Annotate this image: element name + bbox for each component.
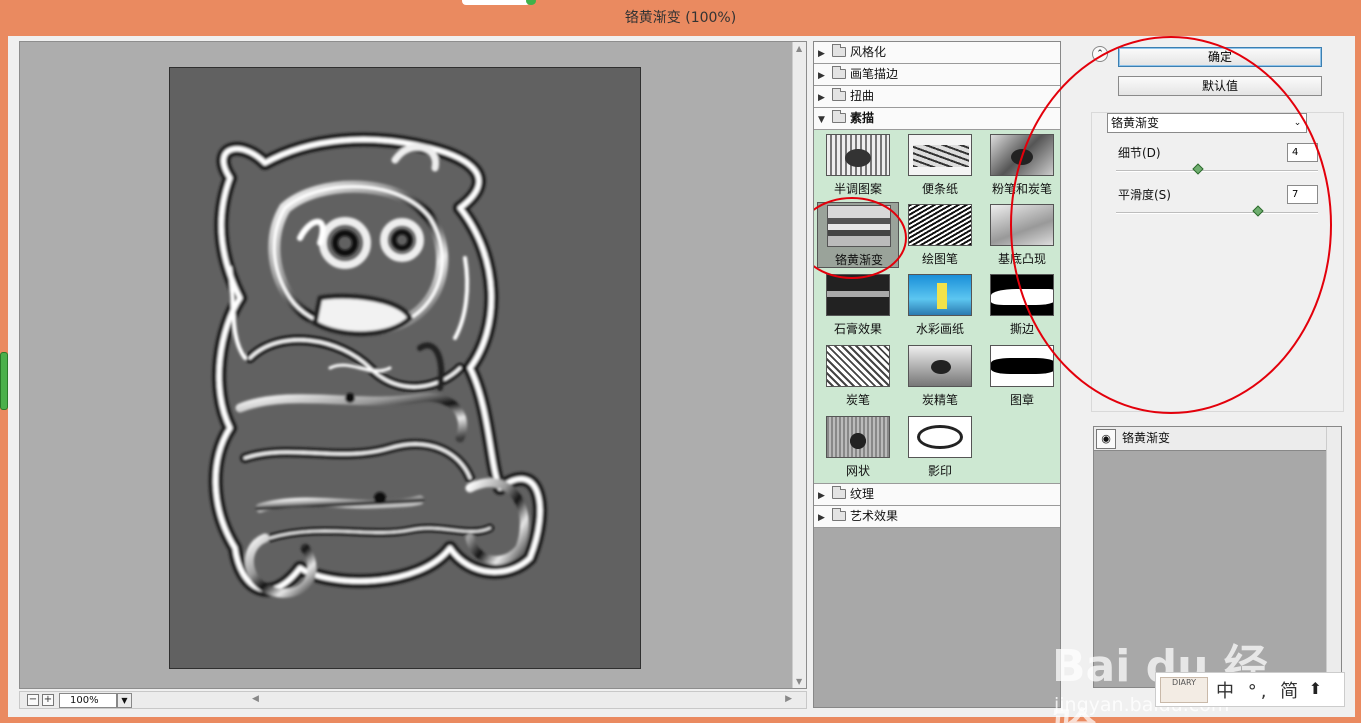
folder-icon xyxy=(832,66,846,79)
eye-icon[interactable]: ◉ xyxy=(1096,429,1116,449)
folder-icon xyxy=(832,486,846,499)
window-title: 铬黄渐变 (100%) xyxy=(624,10,737,26)
filter-note-paper[interactable]: 便条纸 xyxy=(899,132,981,198)
thumbnail-image xyxy=(908,204,972,246)
filter-water-paper[interactable]: 水彩画纸 xyxy=(899,272,981,338)
arrow-up-icon[interactable]: ⬆ xyxy=(1309,679,1322,698)
filter-settings: 铬黄渐变 ⌄ 细节(D) 平滑度(S) xyxy=(1091,112,1344,412)
category-stylize[interactable]: ▶ 风格化 xyxy=(814,42,1060,64)
smoothness-label: 平滑度(S) xyxy=(1118,188,1171,202)
thumbnail-image xyxy=(908,134,972,176)
scroll-right-icon[interactable]: ▶ xyxy=(785,694,792,704)
expand-triangle-icon[interactable]: ▶ xyxy=(818,88,828,109)
expand-triangle-icon[interactable]: ▶ xyxy=(818,44,828,65)
folder-open-icon xyxy=(832,110,846,123)
zoom-in-button[interactable]: + xyxy=(42,694,54,706)
expand-triangle-icon[interactable]: ▶ xyxy=(818,486,828,507)
category-sketch[interactable]: ▼ 素描 xyxy=(814,108,1060,130)
thumbnail-image xyxy=(826,134,890,176)
thumbnail-image xyxy=(990,274,1054,316)
filter-conte-crayon[interactable]: 炭精笔 xyxy=(899,343,981,409)
detail-input[interactable] xyxy=(1287,143,1318,162)
zoom-level-field[interactable]: 100% xyxy=(59,693,117,708)
collapse-gallery-button[interactable]: ⌃ xyxy=(1092,46,1108,62)
filter-plaster[interactable]: 石膏效果 xyxy=(817,272,899,338)
detail-slider[interactable] xyxy=(1116,163,1318,175)
filter-photocopy[interactable]: 影印 xyxy=(899,414,981,480)
preview-status-bar: − + 100% ▼ ◀ ▶ xyxy=(19,691,807,709)
ok-button[interactable]: 确定 xyxy=(1118,47,1322,67)
smoothness-slider[interactable] xyxy=(1116,205,1318,217)
top-notch xyxy=(462,0,536,5)
category-distort[interactable]: ▶ 扭曲 xyxy=(814,86,1060,108)
thumbnail-image xyxy=(908,274,972,316)
collapse-triangle-icon[interactable]: ▼ xyxy=(818,110,828,131)
effect-layers-panel: ◉ 铬黄渐变 xyxy=(1093,426,1342,688)
scroll-up-icon[interactable]: ▲ xyxy=(796,44,802,53)
thumbnail-image xyxy=(908,345,972,387)
detail-slider-thumb[interactable] xyxy=(1192,163,1204,175)
thumbnail-image xyxy=(826,345,890,387)
zoom-out-button[interactable]: − xyxy=(27,694,39,706)
scroll-down-icon[interactable]: ▼ xyxy=(796,677,802,686)
folder-icon xyxy=(832,44,846,57)
filter-select[interactable]: 铬黄渐变 ⌄ xyxy=(1107,113,1307,133)
sketch-filter-thumbnails: 半调图案 便条纸 粉笔和炭笔 铬黄渐变 绘图笔 基底凸现 石膏效果 水彩画纸 撕… xyxy=(814,130,1060,484)
filter-chalk-charcoal[interactable]: 粉笔和炭笔 xyxy=(981,132,1060,198)
ime-toolbar[interactable]: DIARY 中 °, 简 ⬆ xyxy=(1155,672,1345,707)
category-brush-strokes[interactable]: ▶ 画笔描边 xyxy=(814,64,1060,86)
expand-triangle-icon[interactable]: ▶ xyxy=(818,66,828,87)
thumbnail-image xyxy=(827,205,891,247)
effect-layer-row[interactable]: ◉ 铬黄渐变 xyxy=(1094,427,1326,451)
detail-label: 细节(D) xyxy=(1118,146,1161,160)
folder-icon xyxy=(832,88,846,101)
filter-chrome[interactable]: 铬黄渐变 xyxy=(817,202,899,268)
scroll-left-icon[interactable]: ◀ xyxy=(252,694,259,704)
filter-gallery-window: ▲ ▼ − + 100% ▼ ◀ ▶ ▶ 风格化 ▶ 画笔描边 ▶ 扭曲 ▼ 素描 xyxy=(0,36,1355,723)
filter-torn-edges[interactable]: 撕边 xyxy=(981,272,1060,338)
zoom-dropdown-button[interactable]: ▼ xyxy=(117,693,132,708)
resize-grip[interactable] xyxy=(0,352,8,410)
preview-area[interactable]: ▲ ▼ xyxy=(19,41,807,689)
thumbnail-image xyxy=(826,416,890,458)
filter-bas-relief[interactable]: 基底凸现 xyxy=(981,202,1060,268)
preview-horizontal-scrollbar[interactable]: ◀ ▶ xyxy=(252,694,792,706)
layers-scrollbar[interactable] xyxy=(1326,427,1341,687)
smoothness-input[interactable] xyxy=(1287,185,1318,204)
folder-icon xyxy=(832,508,846,521)
filter-halftone-pattern[interactable]: 半调图案 xyxy=(817,132,899,198)
filter-charcoal[interactable]: 炭笔 xyxy=(817,343,899,409)
filter-reticulation[interactable]: 网状 xyxy=(817,414,899,480)
chrome-bear-image xyxy=(208,132,547,598)
thumbnail-image xyxy=(990,345,1054,387)
ime-mode-text[interactable]: 中 °, 简 xyxy=(1216,677,1302,703)
filter-gallery-panel: ▶ 风格化 ▶ 画笔描边 ▶ 扭曲 ▼ 素描 半调图案 便条纸 粉笔和炭笔 铬黄… xyxy=(813,41,1061,708)
expand-triangle-icon[interactable]: ▶ xyxy=(818,508,828,529)
chevron-down-icon: ⌄ xyxy=(1293,118,1302,128)
preview-canvas[interactable] xyxy=(169,67,641,669)
thumbnail-image xyxy=(990,204,1054,246)
filter-stamp[interactable]: 图章 xyxy=(981,343,1060,409)
thumbnail-image xyxy=(990,134,1054,176)
category-artistic[interactable]: ▶ 艺术效果 xyxy=(814,506,1060,528)
thumbnail-image xyxy=(908,416,972,458)
smoothness-slider-thumb[interactable] xyxy=(1252,205,1264,217)
double-chevron-up-icon: ⌃ xyxy=(1096,49,1104,59)
category-texture[interactable]: ▶ 纹理 xyxy=(814,484,1060,506)
filter-graphic-pen[interactable]: 绘图笔 xyxy=(899,202,981,268)
default-button[interactable]: 默认值 xyxy=(1118,76,1322,96)
preview-vertical-scrollbar[interactable]: ▲ ▼ xyxy=(792,42,806,688)
thumbnail-image xyxy=(826,274,890,316)
diary-logo: DIARY xyxy=(1160,677,1208,703)
title-bar: 铬黄渐变 (100%) xyxy=(0,0,1361,36)
